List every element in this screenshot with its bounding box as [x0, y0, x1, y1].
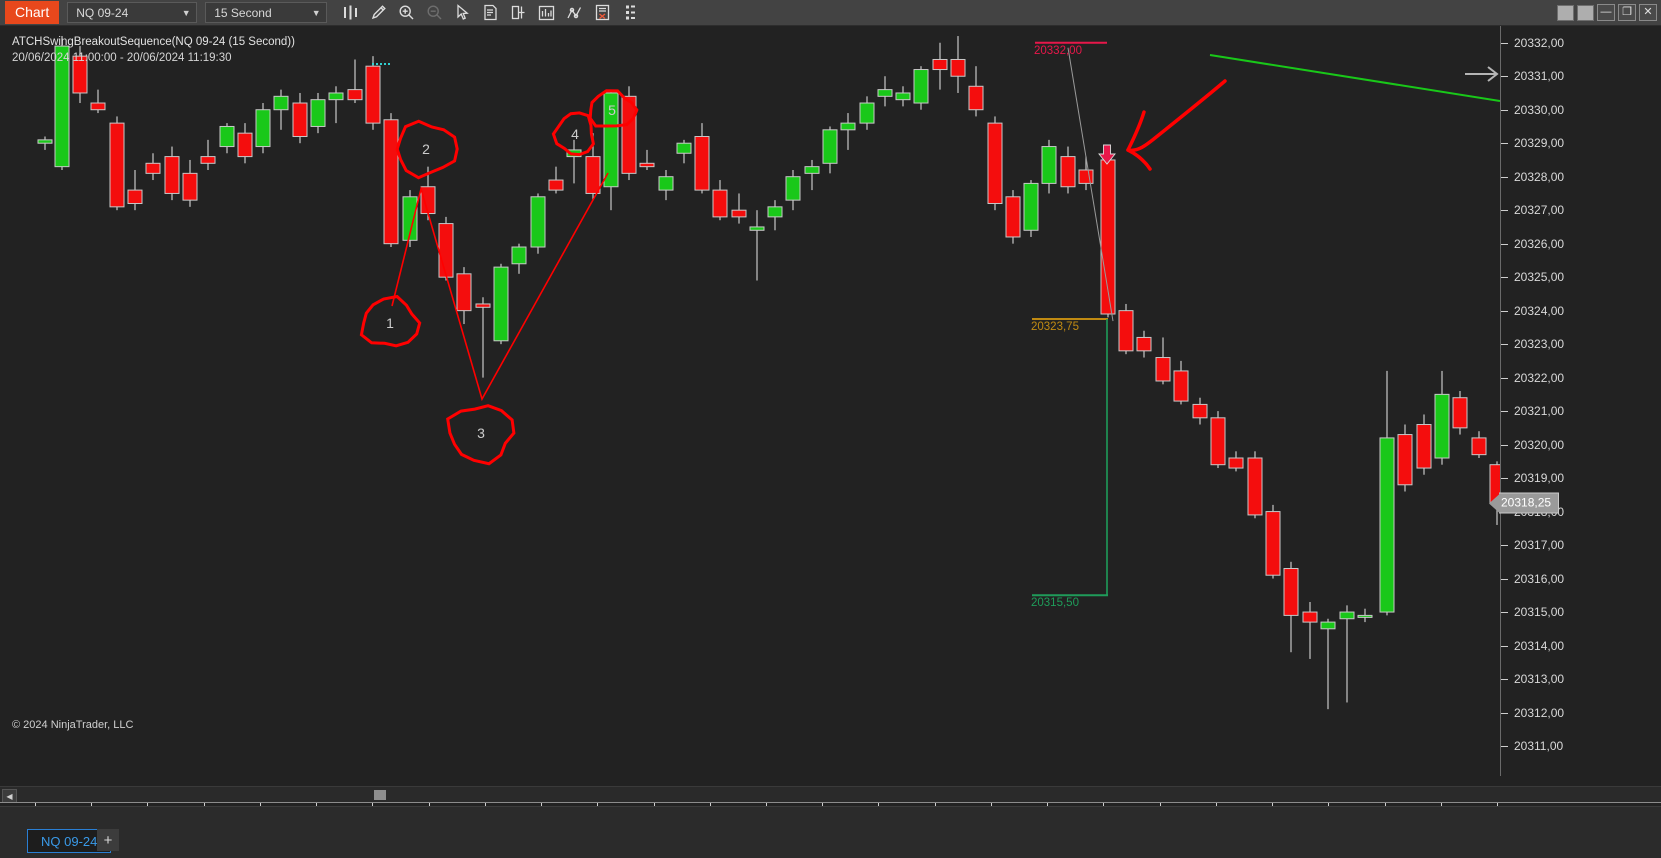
price-tick — [1501, 143, 1508, 145]
price-tick — [1501, 210, 1508, 212]
candlestick-series — [37, 36, 1500, 710]
svg-text:3: 3 — [477, 425, 485, 441]
price-tick-label: 20319,00 — [1514, 471, 1565, 486]
target-level-label: 20315,50 — [1031, 597, 1079, 610]
data-box-icon[interactable] — [477, 2, 503, 23]
entry-level-label: 20323,75 — [1031, 321, 1079, 334]
price-tick — [1501, 377, 1508, 379]
scroll-left-button[interactable]: ◀ — [2, 789, 17, 803]
price-tick-label: 20327,00 — [1514, 203, 1565, 218]
workspace-tabbar: NQ 09-24 + — [0, 806, 1661, 858]
plot-canvas: 1 2 3 4 5 — [37, 36, 1500, 710]
price-tick — [1501, 411, 1508, 413]
restore-down-box-icon[interactable] — [1557, 4, 1574, 21]
properties-icon[interactable] — [589, 2, 615, 23]
price-tick — [1501, 578, 1508, 580]
svg-text:1: 1 — [386, 315, 394, 331]
chevron-down-icon: ▼ — [181, 7, 191, 18]
price-tick — [1501, 344, 1508, 346]
interval-select-value: 15 Second — [214, 5, 272, 20]
price-tick — [1501, 176, 1508, 178]
price-tick-label: 20329,00 — [1514, 136, 1565, 151]
price-tick-label: 20323,00 — [1514, 337, 1565, 352]
svg-text:5: 5 — [608, 102, 616, 118]
price-tick — [1501, 243, 1508, 245]
zoom-in-icon[interactable] — [393, 2, 419, 23]
maximize-button[interactable]: ❐ — [1618, 4, 1636, 21]
cursor-pointer-icon[interactable] — [449, 2, 475, 23]
price-tick — [1501, 444, 1508, 446]
add-tab-button[interactable]: + — [97, 829, 119, 851]
price-tick-label: 20317,00 — [1514, 538, 1565, 553]
price-tick-label: 20321,00 — [1514, 404, 1565, 419]
chart-panel[interactable]: ATCHSwingBreakoutSequence(NQ 09-24 (15 S… — [0, 26, 1661, 833]
more-options-icon[interactable] — [617, 2, 643, 23]
window-controls: — ❐ ✕ — [1554, 0, 1657, 25]
price-tick-label: 20322,00 — [1514, 370, 1565, 385]
price-tick-label: 20330,00 — [1514, 102, 1565, 117]
strategy-overlay — [372, 47, 1500, 596]
price-tick — [1501, 545, 1508, 547]
price-tick-label: 20316,00 — [1514, 571, 1565, 586]
chart-template-icon[interactable] — [505, 2, 531, 23]
price-tick — [1501, 746, 1508, 747]
chart-menu-button[interactable]: Chart — [5, 1, 60, 24]
drawing-pencil-icon[interactable] — [365, 2, 391, 23]
price-tick-label: 20326,00 — [1514, 236, 1565, 251]
price-level-lines — [1032, 41, 1108, 597]
price-tick-label: 20325,00 — [1514, 270, 1565, 285]
zoom-out-icon[interactable] — [421, 2, 447, 23]
price-tick — [1501, 679, 1508, 681]
indicators-icon[interactable] — [533, 2, 559, 23]
interval-select[interactable]: 15 Second ▼ — [205, 2, 328, 23]
ninjatrader-chart-window: Chart NQ 09-24 ▼ 15 Second ▼ — ❐ ✕ ATCHS… — [0, 0, 1661, 858]
instrument-select[interactable]: NQ 09-24 ▼ — [67, 2, 198, 23]
resistance-level-label: 20332,00 — [1034, 44, 1082, 57]
price-tick-label: 20320,00 — [1514, 437, 1565, 452]
svg-text:4: 4 — [571, 126, 579, 142]
price-tick — [1501, 42, 1508, 44]
current-price-value: 20318,25 — [1499, 492, 1560, 514]
price-tick-label: 20312,00 — [1514, 705, 1565, 720]
price-tick-label: 20315,00 — [1514, 605, 1565, 620]
price-tick — [1501, 645, 1508, 647]
copyright-notice: © 2024 NinjaTrader, LLC — [12, 719, 134, 731]
price-tick-label: 20313,00 — [1514, 672, 1565, 687]
strategies-icon[interactable] — [561, 2, 587, 23]
horizontal-scroll-strip[interactable]: ◀ — [0, 786, 1661, 803]
price-tick-label: 20311,00 — [1514, 739, 1564, 753]
price-tick — [1501, 76, 1508, 78]
price-tick-label: 20324,00 — [1514, 303, 1565, 318]
price-tick — [1501, 712, 1508, 714]
price-tick-label: 20314,00 — [1514, 638, 1565, 653]
scroll-thumb[interactable] — [374, 790, 386, 800]
price-tick — [1501, 612, 1508, 614]
minimize-button[interactable]: — — [1597, 4, 1615, 21]
price-marker-arrow-icon — [1489, 494, 1499, 513]
price-plot-area[interactable]: 1 2 3 4 5 20332,00 20323,75 20315,50 — [10, 26, 1500, 746]
current-price-marker: 20318,25 — [1489, 492, 1560, 514]
chevron-down-icon: ▼ — [311, 7, 321, 18]
chart-toolbar: Chart NQ 09-24 ▼ 15 Second ▼ — ❐ ✕ — [0, 0, 1661, 26]
price-tick-label: 20332,00 — [1514, 35, 1565, 50]
restore-down-box-2-icon[interactable] — [1577, 4, 1594, 21]
price-tick — [1501, 310, 1508, 312]
price-tick-label: 20331,00 — [1514, 69, 1565, 84]
price-tick — [1501, 478, 1508, 480]
svg-text:2: 2 — [422, 141, 430, 157]
price-tick — [1501, 109, 1508, 111]
price-axis[interactable]: 20332,00 20331,00 20330,00 20329,00 20328,00… — [1489, 26, 1661, 776]
price-tick-label: 20328,00 — [1514, 169, 1565, 184]
instrument-select-value: NQ 09-24 — [76, 5, 129, 20]
handdrawn-annotations: 1 2 3 4 5 — [359, 79, 1227, 466]
bar-type-icon[interactable] — [337, 2, 363, 23]
close-button[interactable]: ✕ — [1639, 4, 1657, 21]
price-tick — [1501, 277, 1508, 279]
